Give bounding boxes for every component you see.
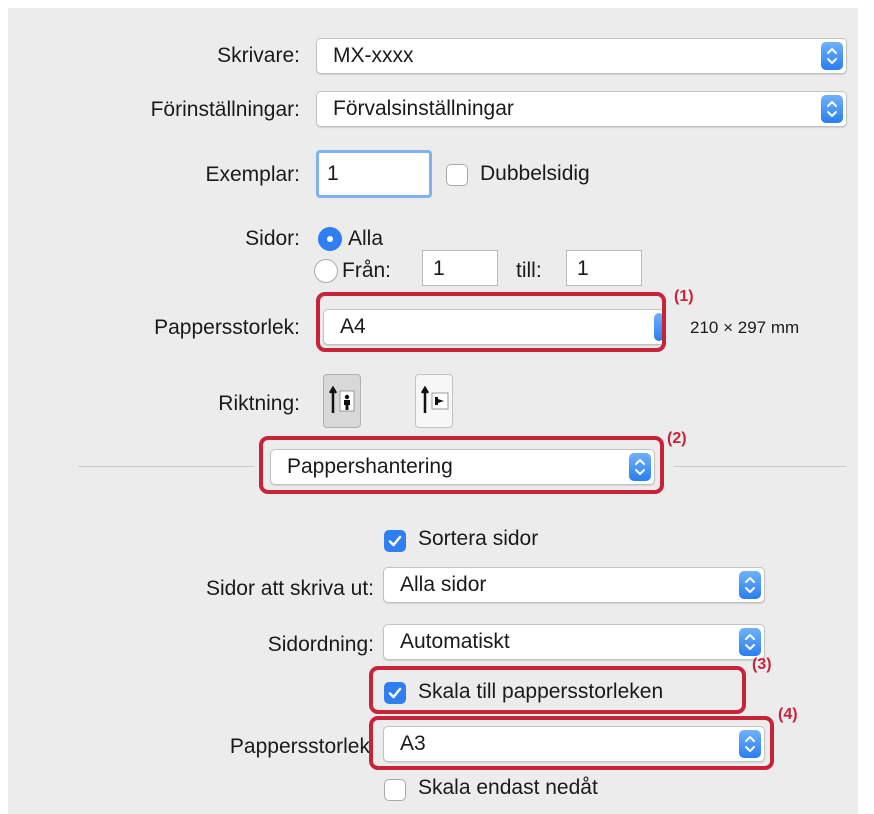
stepper-arrows-icon [739, 628, 761, 656]
checkmark-icon [388, 535, 402, 547]
page-order-popup[interactable]: Automatiskt [383, 624, 765, 660]
pages-to-input[interactable]: 1 [566, 250, 642, 286]
pages-all-label: Alla [348, 227, 384, 250]
pages-from-input[interactable]: 1 [422, 250, 498, 286]
pages-from-label: Från: [342, 259, 392, 282]
stepper-arrows-icon [739, 571, 761, 599]
pages-label: Sidor: [245, 227, 300, 250]
highlight-box-4 [369, 716, 774, 770]
annotation-2: (2) [667, 430, 687, 447]
paper-dimensions: 210 × 297 mm [690, 318, 800, 337]
highlight-box-2 [259, 436, 664, 494]
printer-value: MX-xxxx [333, 44, 414, 67]
paper-size-label: Pappersstorlek: [154, 316, 300, 339]
pages-all-radio[interactable] [318, 227, 342, 251]
annotation-3: (3) [752, 656, 772, 673]
page-order-label: Sidordning: [267, 633, 374, 656]
portrait-orientation-icon[interactable] [323, 374, 361, 428]
pages-range-radio[interactable] [314, 259, 338, 283]
collate-label: Sortera sidor [418, 527, 539, 550]
orientation-label: Riktning: [218, 392, 300, 415]
copies-value: 1 [327, 162, 339, 185]
section-divider-right [674, 466, 846, 467]
stepper-arrows-icon [821, 42, 843, 70]
highlight-box-1 [316, 292, 666, 352]
presets-value: Förvalsinställningar [333, 97, 514, 120]
printer-label: Skrivare: [217, 44, 300, 67]
pages-to-print-popup[interactable]: Alla sidor [383, 567, 765, 603]
pages-to-value: 1 [577, 257, 589, 280]
copies-input[interactable]: 1 [316, 150, 432, 198]
stepper-arrows-icon [821, 95, 843, 123]
annotation-4: (4) [778, 706, 798, 723]
duplex-label: Dubbelsidig [480, 162, 590, 185]
highlight-box-3 [369, 666, 746, 714]
pages-to-print-value: Alla sidor [400, 573, 487, 596]
annotation-1: (1) [674, 288, 694, 305]
section-divider-left [78, 466, 254, 467]
presets-popup[interactable]: Förvalsinställningar [316, 91, 847, 127]
dest-paper-size-label: Pappersstorlek [229, 735, 370, 758]
pages-to-print-label: Sidor att skriva ut: [205, 577, 374, 600]
page-order-value: Automatiskt [400, 630, 510, 653]
copies-label: Exemplar: [205, 163, 300, 186]
pages-to-label: till: [516, 259, 542, 282]
presets-label: Förinställningar: [150, 98, 300, 121]
scale-down-only-checkbox[interactable] [384, 779, 406, 801]
collate-checkbox[interactable] [384, 530, 406, 552]
printer-popup[interactable]: MX-xxxx [316, 38, 847, 74]
scale-down-only-label: Skala endast nedåt [418, 776, 598, 799]
pages-from-value: 1 [433, 257, 445, 280]
duplex-checkbox[interactable] [446, 164, 468, 186]
landscape-orientation-icon[interactable] [415, 374, 453, 428]
